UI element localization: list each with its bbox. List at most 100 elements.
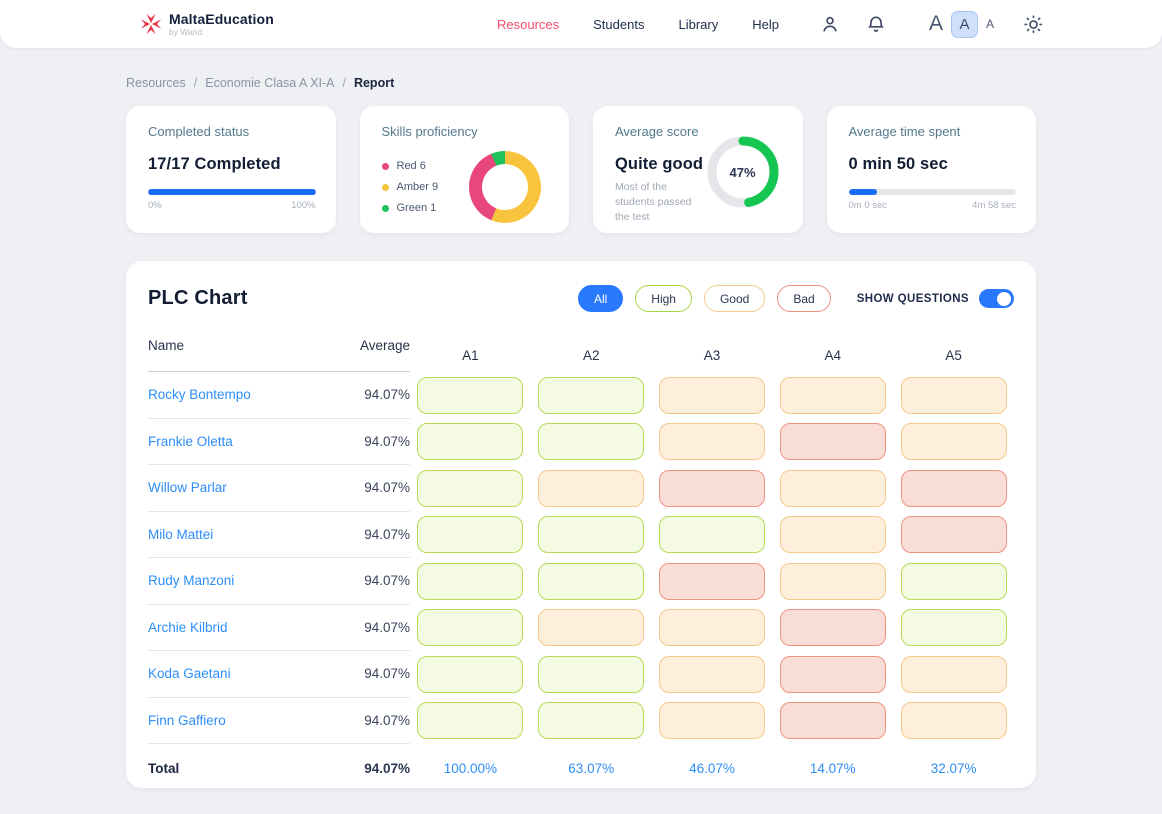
show-questions-toggle[interactable] [979,289,1014,308]
status-cell-a2-amber[interactable] [538,609,644,646]
status-cell-a2-green[interactable] [538,702,644,739]
font-size-large-button[interactable]: A [929,12,943,36]
nav-item-help[interactable]: Help [752,17,779,32]
notifications-bell-icon[interactable] [865,13,887,35]
cell-slot [652,516,773,553]
status-cell-a3-amber[interactable] [659,656,765,693]
status-cell-a4-red[interactable] [780,609,886,646]
plc-chart-card: PLC Chart AllHighGoodBad SHOW QUESTIONS … [126,261,1036,788]
cell-slot [772,702,893,739]
total-a4: 14.07% [772,761,893,776]
nav-item-library[interactable]: Library [678,17,718,32]
status-cell-a5-red[interactable] [901,516,1007,553]
cell-slot [652,702,773,739]
status-cell-a1-green[interactable] [417,563,523,600]
status-cell-a5-amber[interactable] [901,377,1007,414]
status-cell-a2-green[interactable] [538,377,644,414]
status-cell-a2-amber[interactable] [538,470,644,507]
status-cell-a4-amber[interactable] [780,563,886,600]
status-cell-a1-green[interactable] [417,470,523,507]
card-title: Skills proficiency [382,124,550,139]
nav-item-students[interactable]: Students [593,17,644,32]
status-cell-a5-amber[interactable] [901,702,1007,739]
cell-slot [772,377,893,414]
status-cell-a5-green[interactable] [901,563,1007,600]
student-name-link[interactable]: Milo Mattei [148,527,213,542]
cell-slot [772,423,893,460]
top-nav: Resources Students Library Help [497,17,779,32]
status-cell-a4-red[interactable] [780,656,886,693]
stat-cards-row: Completed status 17/17 Completed 0% 100%… [126,106,1036,233]
font-size-small-button[interactable]: A [986,17,994,31]
filter-all-button[interactable]: All [578,285,623,312]
legend-label: Green 1 [397,202,437,214]
status-cell-a5-amber[interactable] [901,423,1007,460]
student-name-link[interactable]: Koda Gaetani [148,666,231,681]
cell-slot [893,702,1014,739]
filter-high-button[interactable]: High [635,285,692,312]
status-cell-a1-green[interactable] [417,609,523,646]
status-cell-a1-green[interactable] [417,423,523,460]
column-header-a3: A3 [652,348,773,363]
cell-slot [893,516,1014,553]
range-max: 100% [291,200,315,211]
status-cell-a1-green[interactable] [417,702,523,739]
cell-slot [531,470,652,507]
user-icon[interactable] [819,13,841,35]
score-subtitle: Most of the students passed the test [615,180,705,226]
plc-title: PLC Chart [148,287,248,310]
status-cell-a5-green[interactable] [901,609,1007,646]
status-cell-a1-green[interactable] [417,516,523,553]
font-size-medium-button[interactable]: A [951,11,978,38]
status-cell-a2-green[interactable] [538,516,644,553]
filter-good-button[interactable]: Good [704,285,765,312]
status-cell-a5-red[interactable] [901,470,1007,507]
status-cell-a4-amber[interactable] [780,377,886,414]
breadcrumb-separator: / [342,76,345,90]
status-cell-a5-amber[interactable] [901,656,1007,693]
student-name-link[interactable]: Willow Parlar [148,480,227,495]
filter-bad-button[interactable]: Bad [777,285,830,312]
card-title: Average score [615,124,705,139]
top-bar: MaltaEducation by Wand Resources Students… [0,0,1162,48]
status-cell-a3-amber[interactable] [659,702,765,739]
table-body: Rocky Bontempo94.07%Frankie Oletta94.07%… [148,372,1014,744]
time-value: 0 min 50 sec [849,155,1017,174]
show-questions-control: SHOW QUESTIONS [857,289,1014,308]
status-cell-a4-amber[interactable] [780,470,886,507]
average-score-card: Average score Quite good Most of the stu… [593,106,803,233]
score-value: Quite good [615,155,705,174]
status-cell-a3-green[interactable] [659,516,765,553]
status-cell-a2-green[interactable] [538,656,644,693]
table-row: Archie Kilbrid94.07% [148,605,1014,652]
status-cell-a3-red[interactable] [659,470,765,507]
row-left: Milo Mattei94.07% [148,512,410,559]
breadcrumb-resources[interactable]: Resources [126,76,186,90]
student-name-link[interactable]: Rudy Manzoni [148,573,234,588]
cell-slot [652,470,773,507]
total-a1: 100.00% [410,761,531,776]
legend-dot-icon [382,184,389,191]
status-cell-a3-amber[interactable] [659,377,765,414]
status-cell-a4-red[interactable] [780,423,886,460]
range-min: 0m 0 sec [849,200,888,211]
student-name-link[interactable]: Archie Kilbrid [148,620,228,635]
status-cell-a3-amber[interactable] [659,423,765,460]
status-cell-a4-red[interactable] [780,702,886,739]
cell-slot [531,516,652,553]
theme-sun-icon[interactable] [1022,13,1044,35]
status-cell-a2-green[interactable] [538,563,644,600]
student-name-link[interactable]: Finn Gaffiero [148,713,226,728]
status-cell-a1-green[interactable] [417,656,523,693]
nav-item-resources[interactable]: Resources [497,17,559,32]
breadcrumb-class[interactable]: Economie Clasa A XI-A [205,76,334,90]
student-name-link[interactable]: Frankie Oletta [148,434,233,449]
table-header-row: Name Average A1 A2 A3 A4 A5 [148,338,1014,372]
status-cell-a3-amber[interactable] [659,609,765,646]
status-cell-a4-amber[interactable] [780,516,886,553]
status-cell-a2-green[interactable] [538,423,644,460]
status-cell-a1-green[interactable] [417,377,523,414]
status-cell-a3-red[interactable] [659,563,765,600]
student-name-link[interactable]: Rocky Bontempo [148,387,251,402]
app-logo[interactable]: MaltaEducation by Wand [140,12,274,37]
